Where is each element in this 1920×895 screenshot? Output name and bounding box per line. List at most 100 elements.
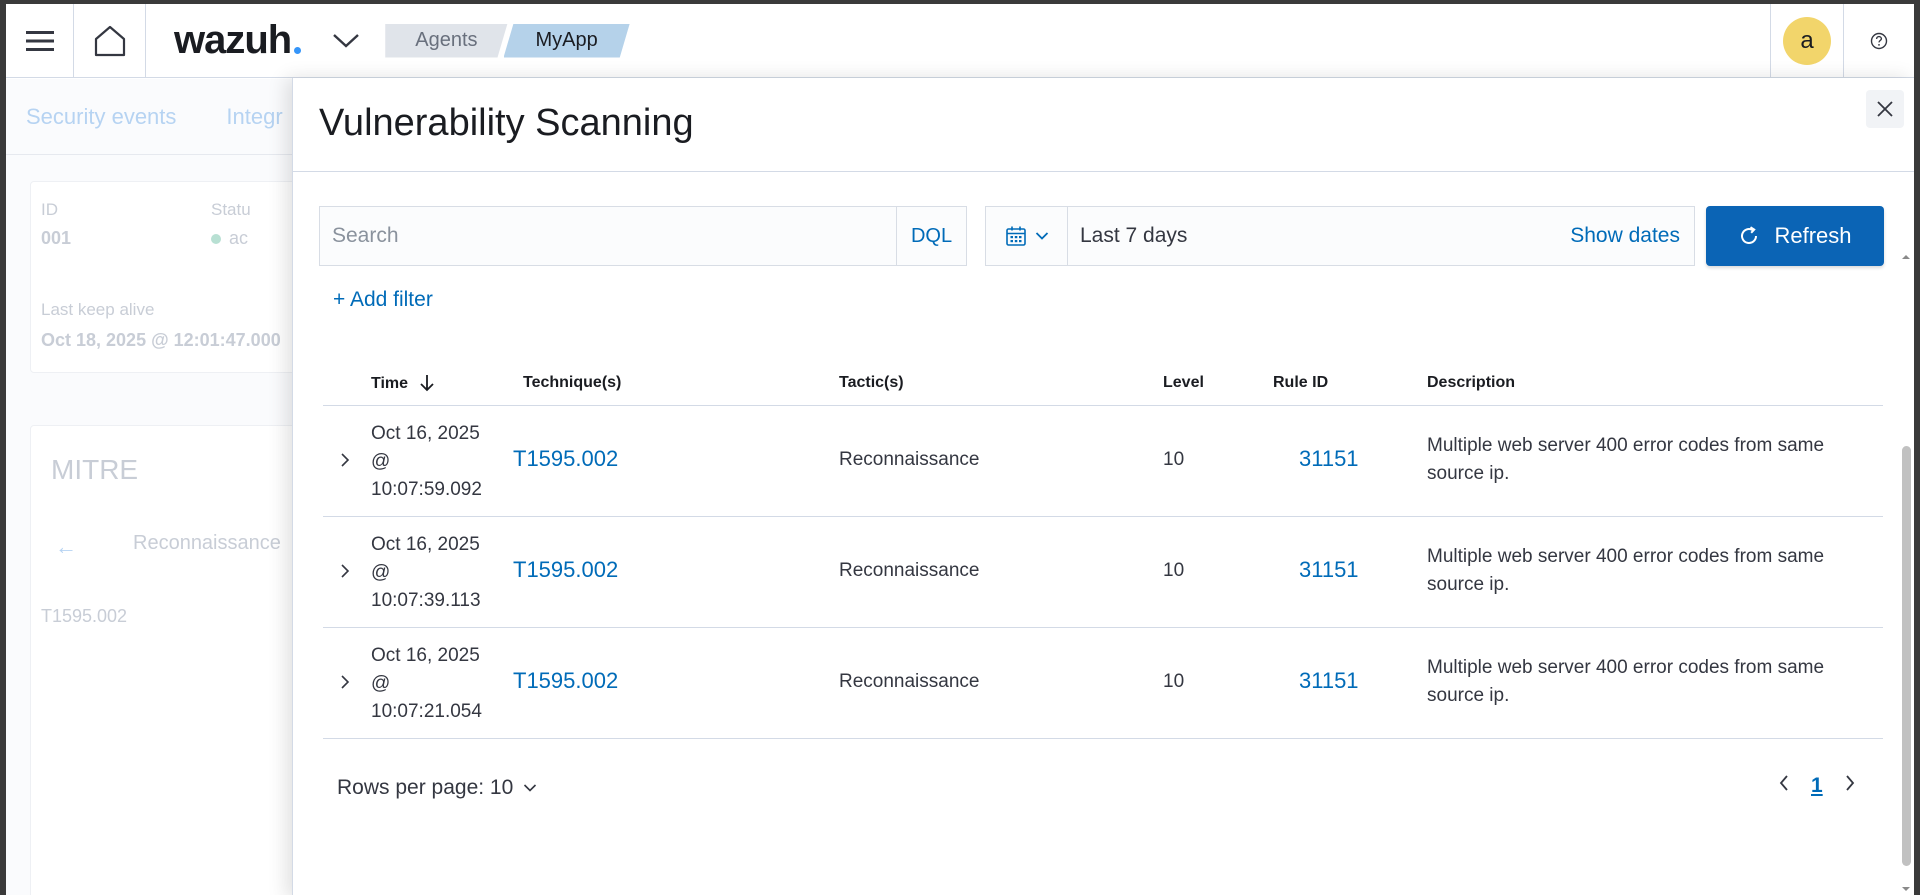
- status-dot-icon: [211, 234, 221, 244]
- column-time-label: Time: [371, 375, 409, 392]
- status-text: ac: [229, 228, 249, 248]
- row-level: 10: [1163, 560, 1185, 581]
- mitre-technique[interactable]: T1595.002: [41, 606, 127, 627]
- id-value: 001: [41, 228, 72, 248]
- mitre-tactic[interactable]: Reconnaissance: [133, 532, 281, 555]
- row-clock: 10:07:39.113: [371, 590, 481, 611]
- logo-text: wazuh: [174, 18, 292, 62]
- row-time: Oct 16, 2025 @ 10:07:59.092: [371, 420, 501, 504]
- status-value: ac: [211, 228, 248, 249]
- row-description: Multiple web server 400 error codes from…: [1427, 546, 1825, 595]
- column-rule-id[interactable]: Rule ID: [1273, 374, 1328, 392]
- header-right: a: [1770, 4, 1914, 78]
- breadcrumb: Agents MyApp: [385, 24, 630, 58]
- chevron-left-icon: [1779, 775, 1788, 791]
- hamburger-icon: [25, 30, 54, 51]
- help-icon: [1870, 32, 1888, 49]
- row-time: Oct 16, 2025 @ 10:07:39.113: [371, 531, 501, 615]
- row-technique-link[interactable]: T1595.002: [513, 668, 618, 694]
- search-bar: DQL: [319, 206, 967, 266]
- chevron-right-icon: [341, 564, 350, 578]
- wazuh-logo[interactable]: wazuh: [174, 18, 302, 63]
- row-technique-link[interactable]: T1595.002: [513, 446, 618, 472]
- row-description: Multiple web server 400 error codes from…: [1427, 657, 1825, 706]
- breadcrumb-myapp[interactable]: MyApp: [504, 24, 630, 58]
- row-date: Oct 16, 2025: [371, 534, 480, 555]
- column-tactic[interactable]: Tactic(s): [839, 374, 904, 392]
- tab-integrity[interactable]: Integr: [226, 104, 282, 130]
- app-menu-toggle[interactable]: [329, 24, 363, 58]
- page-number-button[interactable]: 1: [1811, 774, 1823, 798]
- pagination: 1: [1779, 774, 1855, 798]
- previous-page-button[interactable]: [1779, 774, 1789, 798]
- avatar: a: [1783, 16, 1831, 65]
- close-button[interactable]: [1866, 90, 1904, 128]
- table-header: Time Technique(s) Tactic(s) Level Rule I…: [323, 358, 1883, 406]
- agent-info-card: ID 001 Statu ac Last keep alive Oct 18, …: [30, 181, 320, 373]
- top-header: wazuh Agents MyApp a: [6, 4, 1914, 78]
- rows-per-page-selector[interactable]: Rows per page: 10: [337, 776, 537, 800]
- refresh-label: Refresh: [1774, 223, 1852, 248]
- status-label: Statu: [211, 200, 251, 219]
- column-description[interactable]: Description: [1427, 374, 1515, 392]
- expand-row-button[interactable]: [333, 448, 357, 472]
- scrollbar-thumb[interactable]: [1902, 446, 1911, 866]
- scroll-up-arrow-icon: [1902, 255, 1910, 259]
- quick-date-menu-button[interactable]: [986, 207, 1068, 265]
- row-time: Oct 16, 2025 @ 10:07:21.054: [371, 642, 501, 726]
- date-picker: Last 7 days Show dates: [985, 206, 1695, 266]
- sort-down-arrow-icon: [419, 375, 434, 392]
- background-tabs: Security events Integr: [6, 79, 306, 155]
- row-rule-id-link[interactable]: 31151: [1299, 446, 1359, 472]
- app-window: Security events Integr ID 001 Statu ac L…: [6, 4, 1914, 895]
- menu-button[interactable]: [6, 4, 74, 78]
- row-tactic: Reconnaissance: [839, 560, 980, 581]
- help-button[interactable]: [1844, 4, 1914, 78]
- row-tactic: Reconnaissance: [839, 671, 980, 692]
- column-level[interactable]: Level: [1163, 374, 1204, 392]
- row-rule-id-link[interactable]: 31151: [1299, 557, 1359, 583]
- next-page-button[interactable]: [1845, 774, 1855, 798]
- row-technique-link[interactable]: T1595.002: [513, 557, 618, 583]
- breadcrumb-agents[interactable]: Agents: [385, 24, 507, 58]
- date-range-text[interactable]: Last 7 days: [1080, 224, 1187, 248]
- refresh-button[interactable]: Refresh: [1706, 206, 1884, 266]
- expand-row-button[interactable]: [333, 670, 357, 694]
- table-row[interactable]: Oct 16, 2025 @ 10:07:39.113 T1595.002 Re…: [323, 517, 1883, 628]
- flyout-scrollbar[interactable]: [1899, 176, 1913, 895]
- background-page: Security events Integr ID 001 Statu ac L…: [6, 79, 320, 895]
- mitre-title: MITRE: [51, 454, 139, 485]
- row-tactic: Reconnaissance: [839, 449, 980, 470]
- row-date: Oct 16, 2025: [371, 645, 480, 666]
- row-clock: 10:07:59.092: [371, 479, 482, 500]
- column-technique[interactable]: Technique(s): [523, 374, 621, 392]
- column-time[interactable]: Time: [371, 374, 435, 393]
- rows-per-page-label: Rows per page: 10: [337, 776, 514, 799]
- expand-row-button[interactable]: [333, 559, 357, 583]
- table-row[interactable]: Oct 16, 2025 @ 10:07:21.054 T1595.002 Re…: [323, 628, 1883, 739]
- id-label: ID: [41, 200, 58, 219]
- row-rule-id-link[interactable]: 31151: [1299, 668, 1359, 694]
- close-icon: [1877, 101, 1893, 117]
- tab-security-events[interactable]: Security events: [26, 104, 176, 130]
- keepalive-label: Last keep alive: [41, 300, 155, 319]
- show-dates-button[interactable]: Show dates: [1570, 224, 1680, 248]
- mitre-card: MITRE ← Reconnaissance T1595.002: [30, 425, 320, 895]
- row-level: 10: [1163, 449, 1185, 470]
- refresh-icon: [1741, 226, 1758, 244]
- row-description: Multiple web server 400 error codes from…: [1427, 435, 1825, 484]
- dql-button[interactable]: DQL: [896, 207, 966, 265]
- back-arrow-icon[interactable]: ←: [55, 534, 77, 560]
- logo-dot-icon: [294, 47, 302, 54]
- chevron-down-icon: [333, 33, 360, 48]
- flyout-title: Vulnerability Scanning: [319, 102, 694, 144]
- add-filter-button[interactable]: + Add filter: [333, 288, 433, 312]
- chevron-down-icon: [1035, 232, 1048, 240]
- user-menu-button[interactable]: a: [1770, 4, 1844, 78]
- home-button[interactable]: [74, 4, 146, 78]
- table-row[interactable]: Oct 16, 2025 @ 10:07:59.092 T1595.002 Re…: [323, 406, 1883, 517]
- home-icon: [94, 25, 125, 56]
- chevron-right-icon: [1846, 775, 1854, 791]
- row-at: @: [371, 451, 391, 472]
- search-input[interactable]: [320, 207, 896, 265]
